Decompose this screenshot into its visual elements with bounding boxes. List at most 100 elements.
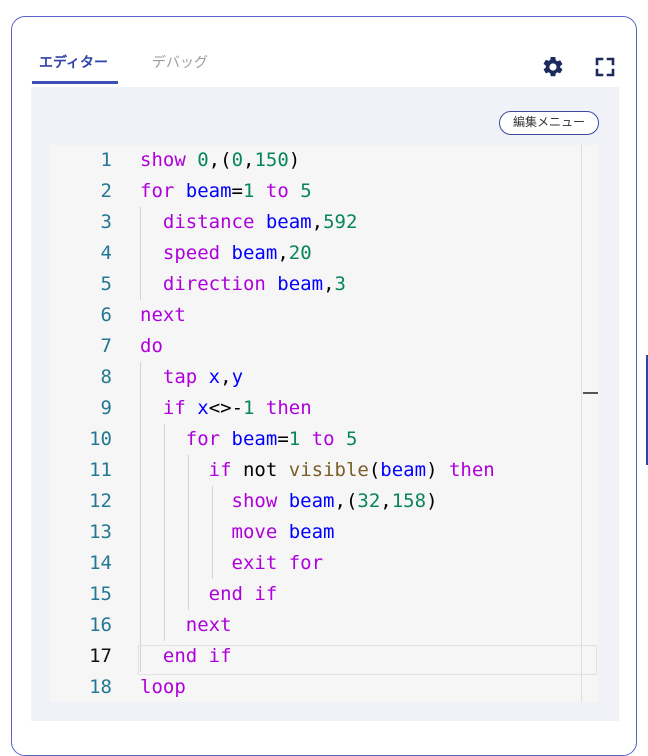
code-line[interactable]: 3 distance beam,592: [50, 207, 598, 238]
code-token: 1: [243, 397, 255, 419]
code-line[interactable]: 5 direction beam,3: [50, 269, 598, 300]
code-token: not: [242, 459, 278, 481]
edit-menu-button[interactable]: 編集メニュー: [499, 111, 599, 135]
code-token: if: [208, 645, 232, 667]
tab-editor[interactable]: エディター: [39, 52, 108, 72]
code-line[interactable]: 11 if not visible(beam) then: [50, 455, 598, 486]
code-token: ): [426, 490, 438, 512]
code-text: if not visible(beam) then: [140, 455, 495, 486]
line-number: 18: [89, 676, 112, 698]
code-token: ): [426, 459, 438, 481]
code-token: ,: [220, 366, 232, 388]
code-token: 5: [300, 180, 312, 202]
line-number: 8: [100, 366, 112, 388]
code-line[interactable]: 17 end if: [50, 641, 598, 672]
code-token: 0: [231, 149, 244, 171]
code-text: if x<>-1 then: [140, 393, 312, 424]
code-token: if: [254, 583, 278, 605]
code-text: next: [140, 300, 186, 331]
code-line[interactable]: 6 next: [50, 300, 598, 331]
code-token: 32: [357, 490, 381, 512]
fullscreen-icon[interactable]: [593, 55, 617, 79]
active-tab-indicator: [32, 81, 118, 84]
code-token: direction: [162, 273, 266, 295]
line-number: 6: [100, 304, 112, 326]
code-token: <>-: [208, 397, 244, 419]
code-text: show 0,(0,150): [140, 145, 300, 176]
code-token: 1: [243, 180, 255, 202]
code-token: 592: [323, 211, 358, 233]
code-line[interactable]: 7 do: [50, 331, 598, 362]
code-token: beam: [277, 273, 324, 295]
code-line[interactable]: 16 next: [50, 610, 598, 641]
code-token: speed: [162, 242, 221, 264]
code-line[interactable]: 8 tap x,y: [50, 362, 598, 393]
code-token: beam: [380, 459, 427, 481]
code-token: ,: [323, 273, 335, 295]
code-editor[interactable]: 1 show 0,(0,150) 2 for beam=1 to 53 distanc…: [50, 145, 598, 702]
code-text: exit for: [140, 548, 324, 579]
code-line[interactable]: 18 loop: [50, 672, 598, 702]
code-text: tap x,y: [140, 362, 243, 393]
code-line[interactable]: 9 if x<>-1 then: [50, 393, 598, 424]
code-text: for beam=1 to 5: [140, 424, 358, 455]
code-token: ): [288, 149, 301, 171]
code-token: 158: [391, 490, 427, 512]
code-token: 3: [334, 273, 346, 295]
line-number: 11: [89, 459, 112, 481]
code-line[interactable]: 2 for beam=1 to 5: [50, 176, 598, 207]
code-text: loop: [140, 672, 186, 702]
line-number: 14: [89, 552, 112, 574]
code-line[interactable]: 13 move beam: [50, 517, 598, 548]
code-text: direction beam,3: [140, 269, 346, 300]
code-line[interactable]: 4 speed beam,20: [50, 238, 598, 269]
code-token: show: [231, 490, 278, 512]
code-token: beam: [288, 521, 335, 543]
line-number: 15: [89, 583, 112, 605]
code-token: ,: [277, 242, 289, 264]
code-token: if: [208, 459, 232, 481]
code-text: do: [140, 331, 163, 362]
code-token: 1: [288, 428, 301, 450]
code-token: distance: [162, 211, 255, 233]
code-token: ,(: [334, 490, 358, 512]
code-text: speed beam,20: [140, 238, 312, 269]
code-text: end if: [140, 641, 232, 672]
code-line[interactable]: 15 end if: [50, 579, 598, 610]
line-number: 12: [89, 490, 112, 512]
code-line[interactable]: 10 for beam=1 to 5: [50, 424, 598, 455]
gear-icon[interactable]: [541, 55, 565, 79]
code-token: beam: [288, 490, 335, 512]
code-line[interactable]: 14 exit for: [50, 548, 598, 579]
code-line[interactable]: 12 show beam,(32,158): [50, 486, 598, 517]
code-token: (: [368, 459, 381, 481]
line-number: 16: [89, 614, 112, 636]
line-number: 10: [89, 428, 112, 450]
code-token: 0: [197, 149, 209, 171]
code-text: show beam,(32,158): [140, 486, 438, 517]
code-token: then: [448, 459, 495, 481]
code-line[interactable]: 1 show 0,(0,150): [50, 145, 598, 176]
scrollbar-track[interactable]: [581, 145, 582, 702]
code-token: x: [197, 397, 209, 419]
tab-debug[interactable]: デバッグ: [152, 52, 208, 72]
